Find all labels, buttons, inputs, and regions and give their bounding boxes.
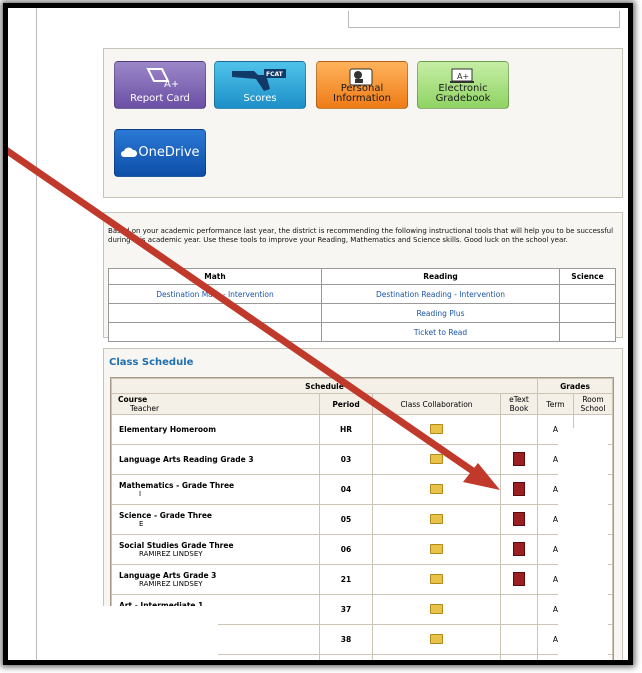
- screenshot-frame: A+ Report Card FCAT Scores Personal Info…: [3, 3, 633, 665]
- annotation-arrow: [8, 147, 500, 490]
- folder-icon[interactable]: [430, 664, 443, 666]
